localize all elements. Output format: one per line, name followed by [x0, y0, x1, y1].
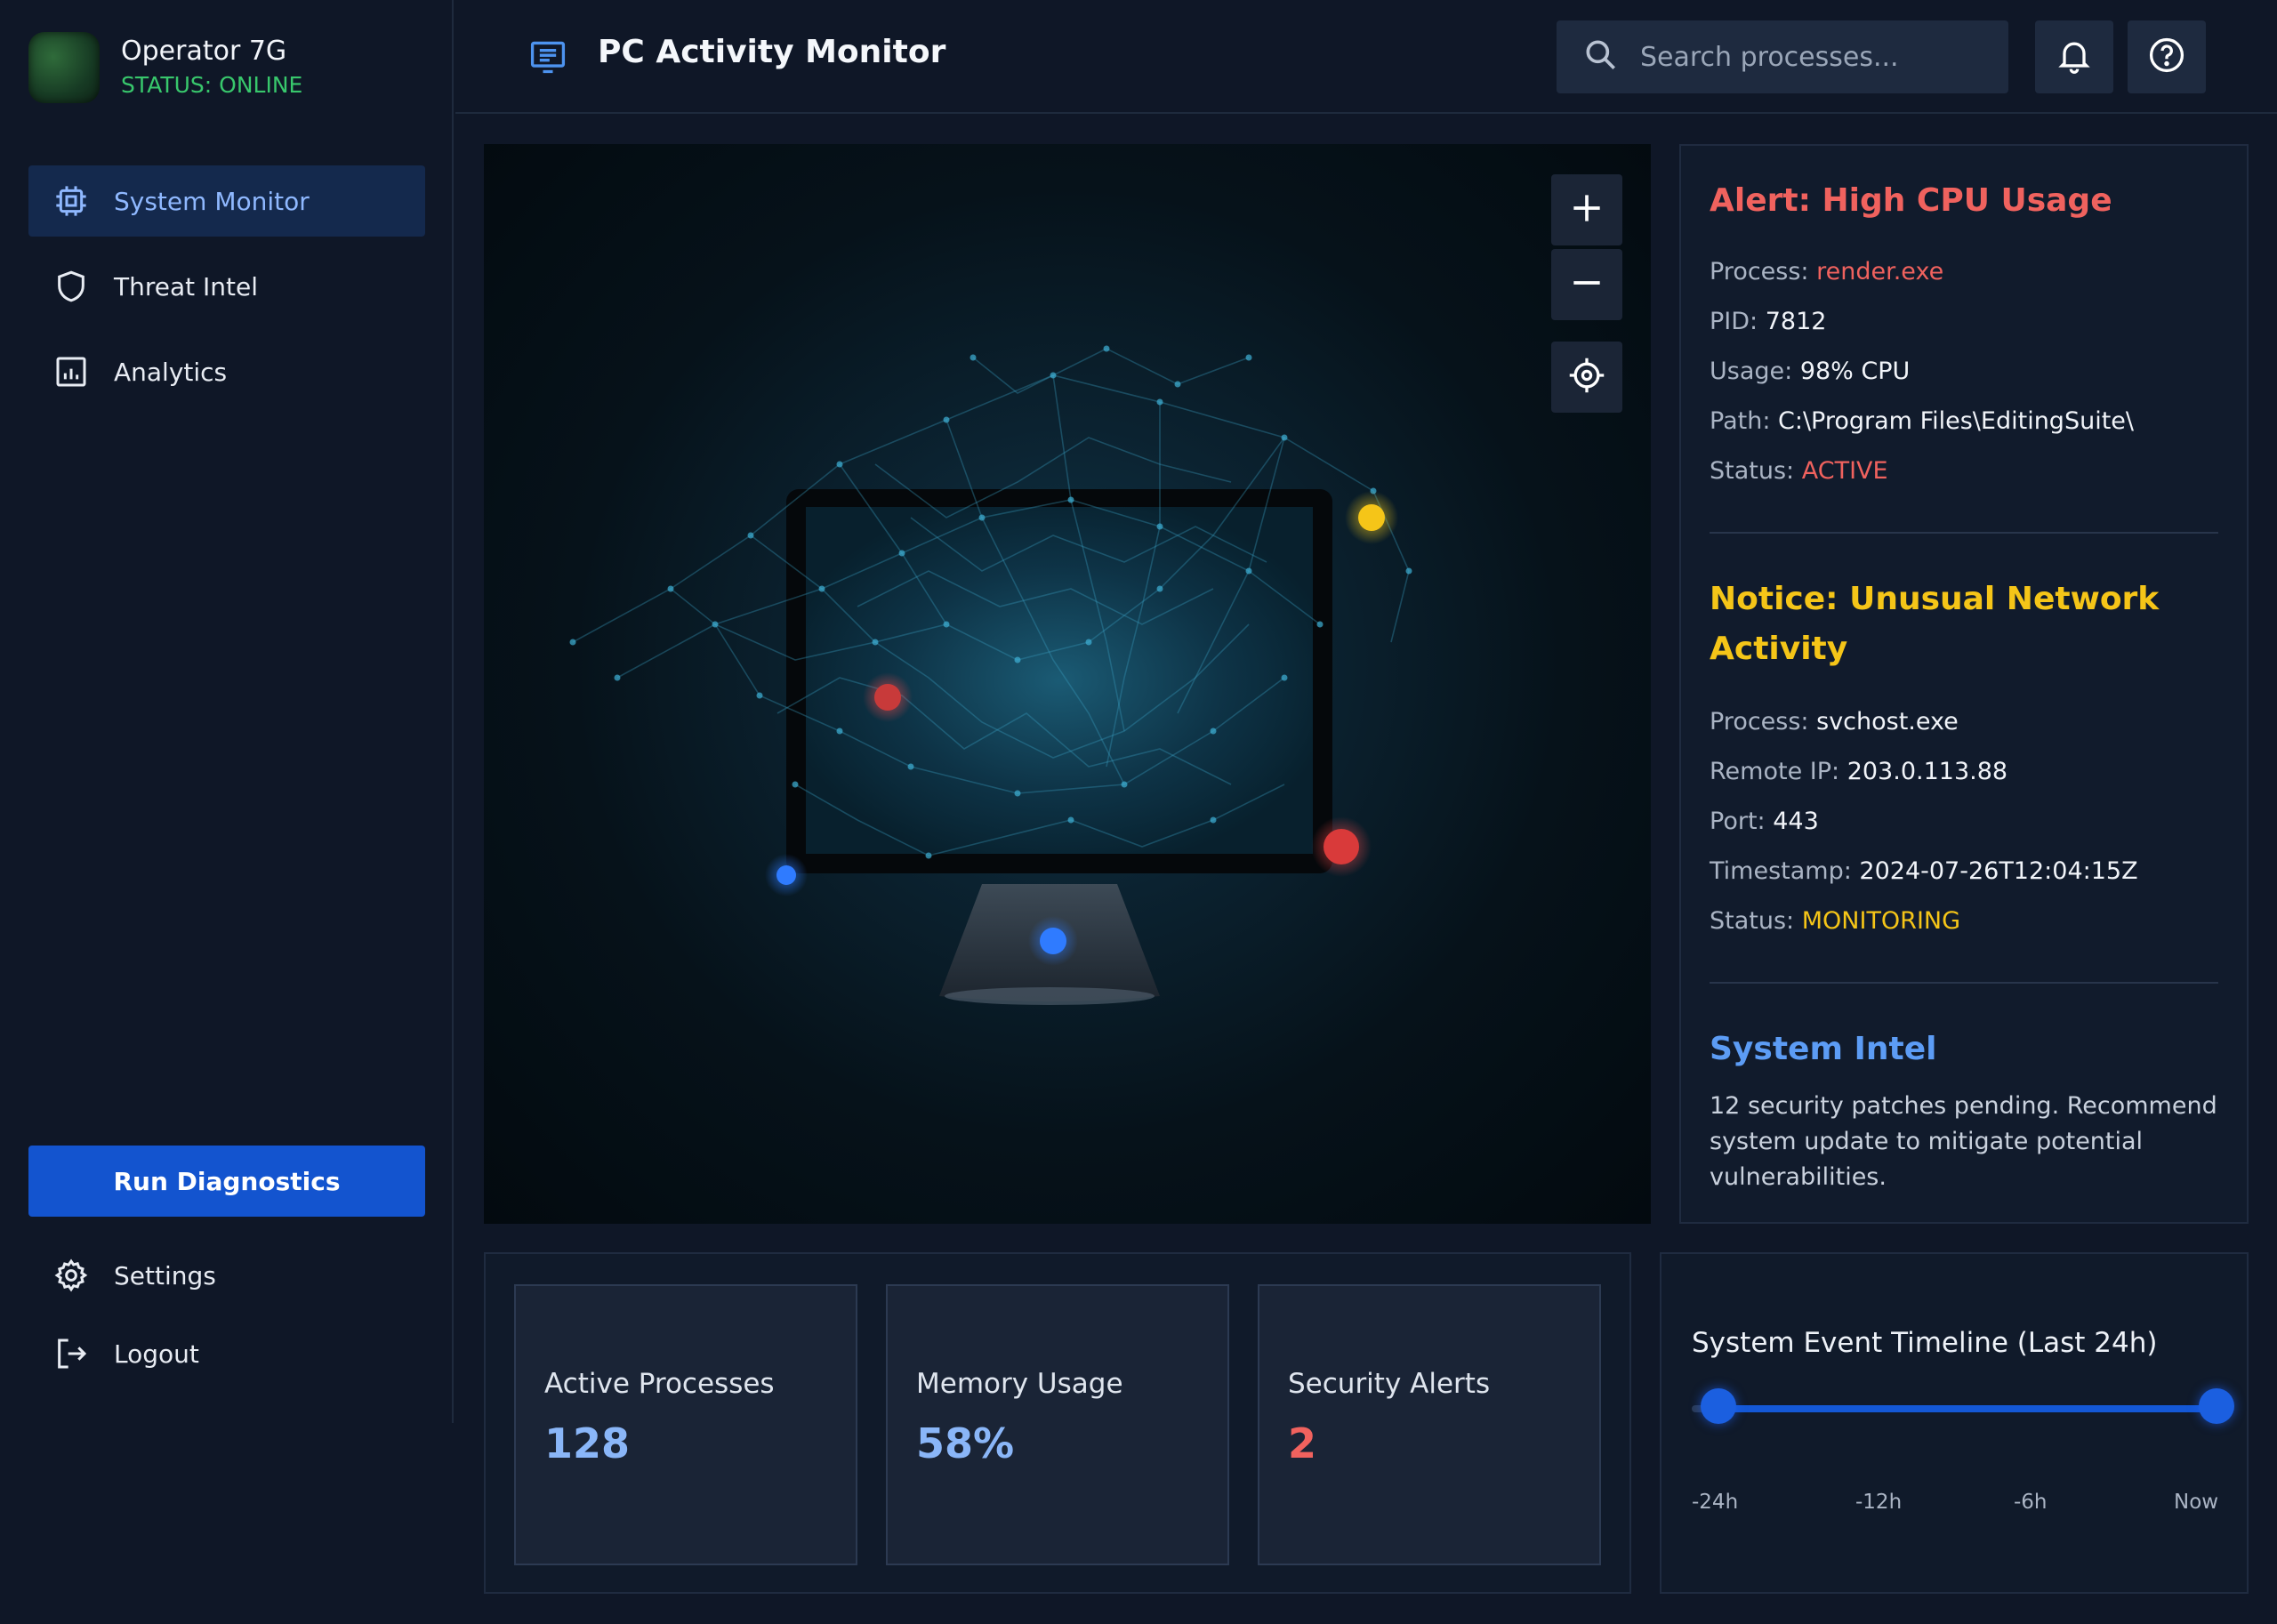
search-icon — [1581, 36, 1621, 78]
stat-value: 128 — [544, 1419, 631, 1467]
notice-field-port: Port: 443 — [1710, 808, 1819, 835]
notice-field-remote-ip: Remote IP: 203.0.113.88 — [1710, 758, 2008, 785]
sidebar-item-logout[interactable]: Logout — [28, 1323, 425, 1384]
search-input[interactable] — [1638, 40, 1976, 74]
minus-icon — [1567, 263, 1606, 306]
alert-field-process: Process: render.exe — [1710, 258, 1944, 285]
timeline-slider-track[interactable] — [1692, 1405, 2217, 1412]
recenter-button[interactable] — [1551, 342, 1622, 413]
timeline-tick: Now — [2174, 1491, 2219, 1514]
sidebar: Operator 7G STATUS: ONLINE System Monito… — [0, 0, 454, 1423]
sidebar-item-analytics[interactable]: Analytics — [28, 336, 425, 407]
gear-icon — [53, 1258, 89, 1293]
alert-field-status: Status: ACTIVE — [1710, 457, 1888, 485]
avatar — [28, 32, 100, 103]
alert-field-usage: Usage: 98% CPU — [1710, 358, 1911, 385]
zoom-out-button[interactable] — [1551, 249, 1622, 320]
sidebar-item-label: Threat Intel — [114, 271, 258, 301]
help-icon — [2147, 36, 2186, 78]
zoom-in-button[interactable] — [1551, 174, 1622, 245]
stat-label: Active Processes — [544, 1368, 775, 1400]
timeline-start-handle[interactable] — [1700, 1388, 1736, 1424]
sidebar-item-label: Settings — [114, 1260, 216, 1290]
alert-title: Alert: High CPU Usage — [1710, 182, 2112, 219]
search-box[interactable] — [1557, 20, 2008, 93]
stat-card-security-alerts: Security Alerts 2 — [1258, 1284, 1601, 1565]
monitor-list-icon — [528, 37, 567, 76]
plus-icon — [1567, 189, 1606, 231]
shield-icon — [53, 269, 89, 304]
timeline-section: System Event Timeline (Last 24h) -24h -1… — [1660, 1252, 2249, 1594]
sidebar-item-label: System Monitor — [114, 186, 310, 216]
bar-chart-icon — [53, 354, 89, 390]
notifications-button[interactable] — [2035, 20, 2113, 93]
network-scene — [569, 345, 1412, 1005]
notice-details: Process: svchost.exe Remote IP: 203.0.11… — [1710, 697, 2138, 946]
timeline-slider-range — [1718, 1405, 2217, 1412]
stats-section: Active Processes 128 Memory Usage 58% Se… — [484, 1252, 1631, 1594]
run-diagnostics-button[interactable]: Run Diagnostics — [28, 1146, 425, 1217]
stat-value: 2 — [1288, 1419, 1317, 1467]
alert-details: Process: render.exe PID: 7812 Usage: 98%… — [1710, 247, 2134, 496]
sidebar-item-settings[interactable]: Settings — [28, 1245, 425, 1306]
alert-marker — [874, 684, 901, 711]
top-header: PC Activity Monitor — [455, 0, 2277, 114]
timeline-tick: -6h — [2014, 1491, 2048, 1514]
alert-field-pid: PID: 7812 — [1710, 308, 1827, 335]
alert-field-path: Path: C:\Program Files\EditingSuite\ — [1710, 407, 2134, 435]
bell-icon — [2055, 36, 2094, 78]
stat-card-memory-usage: Memory Usage 58% — [886, 1284, 1229, 1565]
divider — [1710, 532, 2218, 534]
stat-card-active-processes: Active Processes 128 — [514, 1284, 857, 1565]
sidebar-item-label: Logout — [114, 1339, 199, 1369]
operator-name: Operator 7G — [121, 36, 287, 67]
sidebar-item-threat-intel[interactable]: Threat Intel — [28, 251, 425, 322]
stat-label: Security Alerts — [1288, 1368, 1491, 1400]
notice-field-process: Process: svchost.exe — [1710, 708, 1959, 736]
help-button[interactable] — [2128, 20, 2206, 93]
stat-value: 58% — [916, 1419, 1015, 1467]
main-nav: System Monitor Threat Intel Analytics — [28, 165, 425, 422]
notice-title: Notice: Unusual Network Activity — [1710, 581, 2160, 667]
timeline-tick: -24h — [1692, 1491, 1739, 1514]
logout-icon — [53, 1336, 89, 1371]
stat-label: Memory Usage — [916, 1368, 1123, 1400]
intel-title: System Intel — [1710, 1031, 1937, 1067]
sidebar-item-label: Analytics — [114, 357, 228, 387]
warning-marker — [1358, 504, 1385, 531]
page-title: PC Activity Monitor — [598, 34, 946, 70]
alert-marker — [1324, 829, 1359, 864]
notice-field-timestamp: Timestamp: 2024-07-26T12:04:15Z — [1710, 857, 2138, 885]
intel-text: 12 security patches pending. Recommend s… — [1710, 1092, 2217, 1191]
operator-profile: Operator 7G STATUS: ONLINE — [28, 32, 302, 103]
alerts-panel: Alert: High CPU Usage Process: render.ex… — [1679, 144, 2249, 1224]
operator-status: STATUS: ONLINE — [121, 72, 303, 98]
timeline-tick: -12h — [1855, 1491, 1903, 1514]
divider — [1710, 982, 2218, 984]
timeline-title: System Event Timeline (Last 24h) — [1692, 1327, 2158, 1359]
activity-visualization[interactable] — [484, 144, 1651, 1224]
timeline-end-handle[interactable] — [2199, 1388, 2234, 1424]
crosshair-icon — [1567, 356, 1606, 398]
process-marker — [776, 865, 796, 885]
process-marker — [1040, 928, 1066, 954]
sidebar-item-system-monitor[interactable]: System Monitor — [28, 165, 425, 237]
notice-field-status: Status: MONITORING — [1710, 907, 1961, 935]
cpu-icon — [53, 183, 89, 219]
bottom-nav: Settings Logout — [28, 1245, 425, 1402]
